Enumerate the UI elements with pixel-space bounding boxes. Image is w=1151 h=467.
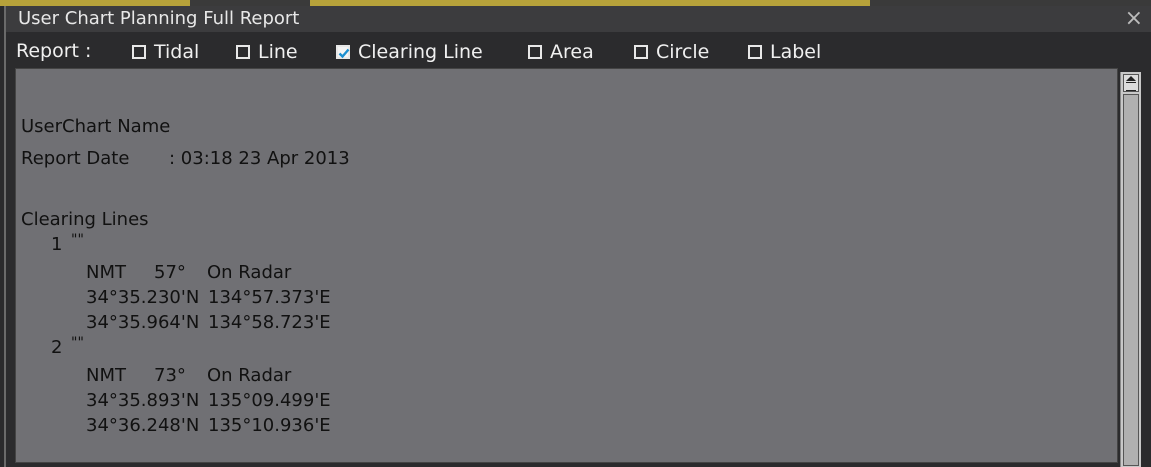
report-filter-bar: Report : Tidal Line Clearing Line Area C… xyxy=(6,34,1151,68)
point-lon: 135°10.936'E xyxy=(208,415,331,436)
entry-index: 2 xyxy=(51,337,63,358)
point-lat: 34°35.230'N xyxy=(86,287,200,308)
scroll-thumb[interactable] xyxy=(1123,94,1139,466)
entry-type: NMT xyxy=(86,262,126,283)
entry-bearing: 57° xyxy=(154,262,186,283)
tidal-checkbox[interactable]: Tidal xyxy=(132,40,199,64)
report-date-value: : 03:18 23 Apr 2013 xyxy=(169,148,350,169)
checkbox-label: Tidal xyxy=(154,41,200,63)
entry-mode: On Radar xyxy=(207,262,292,283)
usercart-name-label: UserChart Name xyxy=(21,116,171,137)
checkbox-icon xyxy=(634,45,648,59)
checkbox-icon xyxy=(748,45,762,59)
point-lon: 135°09.499'E xyxy=(208,390,331,411)
entry-index: 1 xyxy=(51,234,63,255)
point-lat: 34°35.964'N xyxy=(86,312,200,333)
label-checkbox[interactable]: Label xyxy=(748,40,821,64)
scroll-top-icon[interactable] xyxy=(1123,74,1139,92)
title-bar[interactable]: User Chart Planning Full Report × xyxy=(6,6,1151,32)
checkbox-label: Clearing Line xyxy=(358,41,483,63)
entry-mode: On Radar xyxy=(207,365,292,386)
entry-bearing: 73° xyxy=(154,365,186,386)
checkbox-label: Label xyxy=(770,41,822,63)
area-checkbox[interactable]: Area xyxy=(528,40,594,64)
window-title: User Chart Planning Full Report xyxy=(18,8,300,29)
point-lon: 134°58.723'E xyxy=(208,312,331,333)
line-checkbox[interactable]: Line xyxy=(236,40,298,64)
checkbox-icon xyxy=(236,45,250,59)
report-content[interactable]: UserChart Name Report Date : 03:18 23 Ap… xyxy=(15,68,1118,463)
report-label: Report : xyxy=(16,40,92,62)
vertical-scrollbar[interactable] xyxy=(1120,72,1141,467)
section-title: Clearing Lines xyxy=(21,209,149,230)
checkbox-icon xyxy=(132,45,146,59)
entry-name: "" xyxy=(71,232,84,248)
report-date-label: Report Date xyxy=(21,148,130,169)
triangle-up-icon xyxy=(1126,76,1136,81)
checkbox-label: Circle xyxy=(656,41,710,63)
point-lat: 34°36.248'N xyxy=(86,415,200,436)
checkbox-icon xyxy=(528,45,542,59)
bars-icon xyxy=(1126,82,1136,91)
checkbox-label: Line xyxy=(258,41,298,63)
clearing-line-checkbox[interactable]: Clearing Line xyxy=(336,40,483,64)
circle-checkbox[interactable]: Circle xyxy=(634,40,709,64)
checkmark-icon xyxy=(336,45,350,59)
checkbox-label: Area xyxy=(550,41,594,63)
point-lon: 134°57.373'E xyxy=(208,287,331,308)
entry-name: "" xyxy=(71,335,84,351)
point-lat: 34°35.893'N xyxy=(86,390,200,411)
close-icon[interactable]: × xyxy=(1125,6,1143,32)
entry-type: NMT xyxy=(86,365,126,386)
